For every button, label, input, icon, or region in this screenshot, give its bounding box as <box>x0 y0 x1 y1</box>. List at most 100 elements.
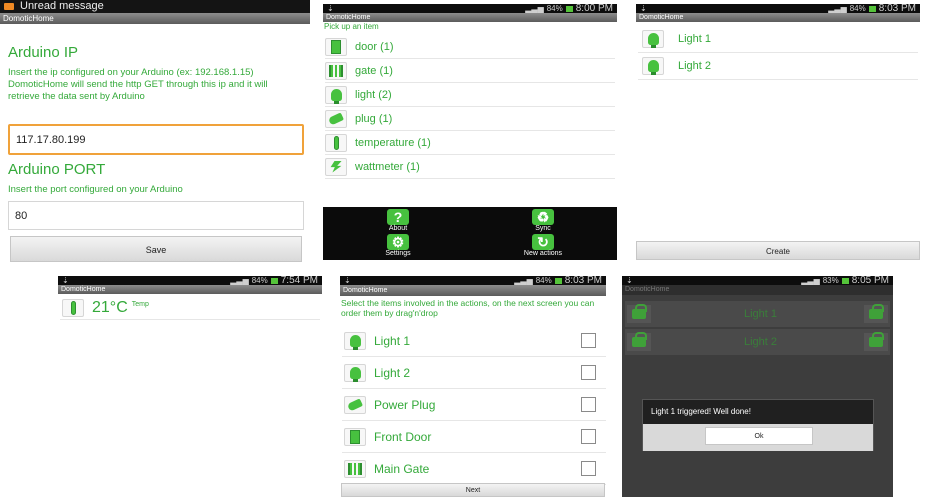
list-item-door[interactable]: door (1) <box>325 35 615 59</box>
screenshot-collage: Unread message DomoticHome Arduino IP In… <box>0 0 925 497</box>
clock: 7:54 PM <box>280 276 318 286</box>
next-button[interactable]: Next <box>341 483 605 497</box>
signal-icon: ▂▃▅ <box>230 276 249 285</box>
signal-icon: ▂▃▅ <box>801 276 820 285</box>
battery-level: 84% <box>251 276 268 285</box>
actions-dialog-screen: ⇣ ▂▃▅ 83% 8:05 PM DomoticHome Light 1 Li… <box>622 276 893 497</box>
usb-icon: ⇣ <box>62 276 69 285</box>
item-checkbox[interactable] <box>581 429 596 444</box>
list-item-label: Light 2 <box>743 336 778 348</box>
item-list: door (1) gate (1) light (2) plug (1) tem… <box>325 35 615 179</box>
list-item[interactable]: Light 1 <box>342 325 606 357</box>
ip-input[interactable]: 117.17.80.199 <box>8 124 304 155</box>
plug-icon <box>325 109 347 128</box>
status-bar: ⇣ ▂▃▅ 84% 8:00 PM <box>323 4 617 14</box>
signal-icon: ▂▃▅ <box>525 4 544 13</box>
port-input[interactable]: 80 <box>8 201 304 230</box>
new-actions-menu-item[interactable]: ↻ New actions <box>513 234 573 257</box>
usb-icon: ⇣ <box>344 276 351 285</box>
list-item[interactable]: Light 2 <box>638 53 918 80</box>
list-item-temperature[interactable]: temperature (1) <box>325 131 615 155</box>
list-item-label: Light 1 <box>678 33 712 45</box>
ok-button[interactable]: Ok <box>705 427 813 445</box>
status-bar: ⇣ ▂▃▅ 83% 8:05 PM <box>622 276 893 286</box>
temperature-label: Temp <box>131 301 149 308</box>
refresh-icon: ↻ <box>532 234 554 250</box>
list-item-gate[interactable]: gate (1) <box>325 59 615 83</box>
app-title: DomoticHome <box>3 14 54 23</box>
action-bar: DomoticHome <box>636 13 920 22</box>
list-item-label: temperature (1) <box>355 136 431 149</box>
clock: 8:03 PM <box>878 4 916 14</box>
battery-icon <box>868 5 876 12</box>
sync-label: Sync <box>535 225 551 232</box>
save-button[interactable]: Save <box>10 236 302 262</box>
ip-input-value: 117.17.80.199 <box>16 133 86 146</box>
status-bar: ⇣ ▂▃▅ 84% 7:54 PM <box>58 276 322 286</box>
list-item[interactable]: Power Plug <box>342 389 606 421</box>
lock-icon <box>864 332 888 351</box>
battery-level: 84% <box>546 4 563 13</box>
select-items-screen: ⇣ ▂▃▅ 84% 8:03 PM DomoticHome Select the… <box>340 276 606 497</box>
list-item[interactable]: Light 2 <box>342 357 606 389</box>
app-title: DomoticHome <box>639 14 684 21</box>
item-list: Light 1 Light 2 Power Plug Front Door Ma… <box>342 325 606 485</box>
list-item: Light 2 <box>625 329 890 355</box>
temperature-row: 21°C Temp <box>60 296 320 320</box>
app-title: DomoticHome <box>343 287 388 294</box>
list-item[interactable]: Front Door <box>342 421 606 453</box>
options-menu: ? About ♻ Sync ⚙ Settings ↻ New actions <box>323 207 617 260</box>
battery-level: 84% <box>849 4 866 13</box>
clock: 8:05 PM <box>851 276 889 286</box>
question-icon: ? <box>387 209 409 225</box>
sync-menu-item[interactable]: ♻ Sync <box>528 209 558 232</box>
item-checkbox[interactable] <box>581 333 596 348</box>
door-icon <box>344 427 366 446</box>
item-checkbox[interactable] <box>581 461 596 476</box>
ip-heading: Arduino IP <box>8 44 79 61</box>
sync-icon: ♻ <box>532 209 554 225</box>
item-checkbox[interactable] <box>581 397 596 412</box>
status-bar: Unread message <box>0 0 310 13</box>
status-bar: ⇣ ▂▃▅ 84% 8:03 PM <box>636 4 920 14</box>
list-item[interactable]: Light 1 <box>638 26 918 53</box>
battery-level: 83% <box>822 276 839 285</box>
item-checkbox[interactable] <box>581 365 596 380</box>
unlock-icon <box>627 332 651 351</box>
list-item-label: wattmeter (1) <box>355 160 420 173</box>
list-item-label: Light 1 <box>743 308 778 320</box>
app-title: DomoticHome <box>622 285 893 295</box>
port-input-value: 80 <box>15 209 28 222</box>
battery-level: 84% <box>535 276 552 285</box>
create-button[interactable]: Create <box>636 241 920 260</box>
gear-icon: ⚙ <box>387 234 409 250</box>
clock: 8:00 PM <box>575 4 613 14</box>
battery-icon <box>841 277 849 284</box>
list-item-label: light (2) <box>355 88 392 101</box>
about-menu-item[interactable]: ? About <box>383 209 413 232</box>
list-item-label: Main Gate <box>374 461 430 476</box>
notification-text: Unread message <box>20 0 104 12</box>
signal-icon: ▂▃▅ <box>514 276 533 285</box>
lock-icon <box>864 304 888 323</box>
list-item-light[interactable]: light (2) <box>325 83 615 107</box>
instructions: Select the items involved in the actions… <box>341 298 595 318</box>
temperature-screen: ⇣ ▂▃▅ 84% 7:54 PM DomoticHome 21°C Temp <box>58 276 322 497</box>
settings-menu-item[interactable]: ⚙ Settings <box>378 234 418 257</box>
create-action-screen: ⇣ ▂▃▅ 84% 8:03 PM DomoticHome Light 1 Li… <box>636 4 920 260</box>
app-title: DomoticHome <box>326 14 371 21</box>
status-bar: ⇣ ▂▃▅ 84% 8:03 PM <box>340 276 606 286</box>
battery-icon <box>565 5 573 12</box>
settings-label: Settings <box>385 250 411 257</box>
thermometer-icon <box>325 133 347 152</box>
list-item-label: Light 2 <box>678 60 712 72</box>
list-item[interactable]: Main Gate <box>342 453 606 485</box>
light-bulb-icon <box>344 363 366 382</box>
message-icon <box>4 3 14 10</box>
list-item-wattmeter[interactable]: wattmeter (1) <box>325 155 615 179</box>
battery-icon <box>270 277 278 284</box>
list-item-plug[interactable]: plug (1) <box>325 107 615 131</box>
battery-icon <box>554 277 562 284</box>
usb-icon: ⇣ <box>640 4 647 13</box>
app-title: DomoticHome <box>61 286 106 293</box>
